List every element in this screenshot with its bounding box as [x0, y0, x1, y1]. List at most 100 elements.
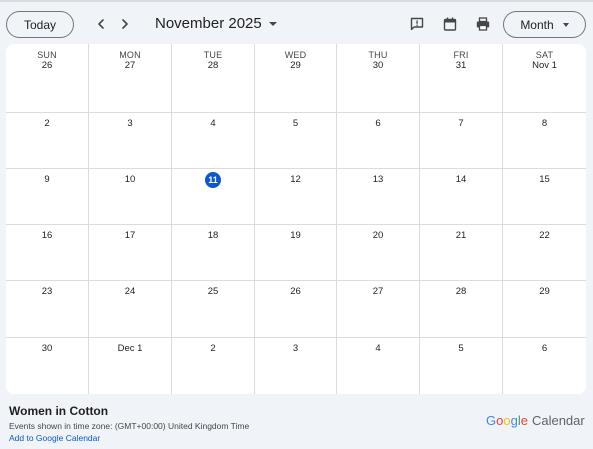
- day-cell[interactable]: 19: [255, 225, 337, 281]
- day-number[interactable]: 2: [172, 343, 254, 354]
- day-cell[interactable]: FRI 31: [420, 44, 503, 113]
- day-number[interactable]: 26: [255, 286, 336, 297]
- day-cell[interactable]: 24: [89, 281, 172, 338]
- feedback-button[interactable]: [408, 15, 426, 33]
- day-cell[interactable]: 16: [6, 225, 89, 281]
- day-cell[interactable]: 28: [420, 281, 503, 338]
- day-number[interactable]: 5: [255, 118, 336, 129]
- calendar-view-button[interactable]: [441, 15, 459, 33]
- day-number[interactable]: 31: [420, 60, 502, 71]
- google-calendar-logo[interactable]: Google Calendar: [486, 413, 585, 428]
- day-number[interactable]: 6: [503, 343, 586, 354]
- day-cell[interactable]: 4: [337, 338, 420, 394]
- day-cell[interactable]: 6: [337, 113, 420, 169]
- day-number[interactable]: 22: [503, 230, 586, 241]
- day-number[interactable]: 7: [420, 118, 502, 129]
- day-number[interactable]: 30: [6, 343, 88, 354]
- today-date[interactable]: 11: [205, 172, 221, 188]
- day-cell[interactable]: 5: [420, 338, 503, 394]
- day-number[interactable]: 25: [172, 286, 254, 297]
- day-number[interactable]: 4: [172, 118, 254, 129]
- day-number[interactable]: 23: [6, 286, 88, 297]
- google-letter: o: [503, 413, 511, 428]
- day-number[interactable]: 27: [337, 286, 419, 297]
- day-number[interactable]: 5: [420, 343, 502, 354]
- day-cell[interactable]: 14: [420, 169, 503, 225]
- day-cell[interactable]: 23: [6, 281, 89, 338]
- day-number[interactable]: 27: [89, 60, 171, 71]
- day-cell[interactable]: 8: [503, 113, 586, 169]
- day-cell[interactable]: 11: [172, 169, 255, 225]
- day-number[interactable]: 9: [6, 174, 88, 185]
- day-number[interactable]: 29: [503, 286, 586, 297]
- day-number[interactable]: 21: [420, 230, 502, 241]
- day-cell[interactable]: MON 27: [89, 44, 172, 113]
- day-cell[interactable]: 20: [337, 225, 420, 281]
- day-number[interactable]: Nov 1: [503, 60, 586, 71]
- day-cell[interactable]: 30: [6, 338, 89, 394]
- day-cell[interactable]: 2: [172, 338, 255, 394]
- day-number[interactable]: 12: [255, 174, 336, 185]
- feedback-icon: [410, 17, 424, 31]
- day-number[interactable]: 6: [337, 118, 419, 129]
- day-cell[interactable]: 12: [255, 169, 337, 225]
- day-number[interactable]: 13: [337, 174, 419, 185]
- day-number[interactable]: 16: [6, 230, 88, 241]
- day-cell[interactable]: 21: [420, 225, 503, 281]
- day-number[interactable]: 24: [89, 286, 171, 297]
- day-number[interactable]: 10: [89, 174, 171, 185]
- day-number[interactable]: 20: [337, 230, 419, 241]
- day-cell[interactable]: 9: [6, 169, 89, 225]
- day-number[interactable]: 2: [6, 118, 88, 129]
- day-cell[interactable]: 22: [503, 225, 586, 281]
- day-cell[interactable]: SAT Nov 1: [503, 44, 586, 113]
- day-cell[interactable]: 15: [503, 169, 586, 225]
- add-to-google-calendar-link[interactable]: Add to Google Calendar: [9, 433, 100, 443]
- day-cell[interactable]: 17: [89, 225, 172, 281]
- day-number[interactable]: 30: [337, 60, 419, 71]
- day-cell[interactable]: WED 29: [255, 44, 337, 113]
- day-number[interactable]: 19: [255, 230, 336, 241]
- day-cell[interactable]: 27: [337, 281, 420, 338]
- view-selector-button[interactable]: Month: [503, 11, 586, 38]
- day-cell[interactable]: SUN 26: [6, 44, 89, 113]
- day-number[interactable]: 3: [255, 343, 336, 354]
- day-number[interactable]: 3: [89, 118, 171, 129]
- day-cell[interactable]: 2: [6, 113, 89, 169]
- today-button[interactable]: Today: [6, 11, 74, 38]
- day-cell[interactable]: 6: [503, 338, 586, 394]
- print-button[interactable]: [474, 15, 492, 33]
- day-number[interactable]: 28: [172, 60, 254, 71]
- day-number[interactable]: 15: [503, 174, 586, 185]
- day-cell[interactable]: 3: [255, 338, 337, 394]
- day-number[interactable]: 29: [255, 60, 336, 71]
- previous-month-button[interactable]: [91, 14, 111, 34]
- day-cell[interactable]: 5: [255, 113, 337, 169]
- day-number[interactable]: 4: [337, 343, 419, 354]
- day-cell[interactable]: 18: [172, 225, 255, 281]
- day-cell[interactable]: Dec 1: [89, 338, 172, 394]
- day-number[interactable]: 17: [89, 230, 171, 241]
- day-number[interactable]: 14: [420, 174, 502, 185]
- day-number[interactable]: Dec 1: [89, 343, 171, 354]
- day-cell[interactable]: 4: [172, 113, 255, 169]
- day-cell[interactable]: THU 30: [337, 44, 420, 113]
- day-cell[interactable]: 7: [420, 113, 503, 169]
- calendar-icon: [443, 17, 457, 31]
- day-cell[interactable]: 29: [503, 281, 586, 338]
- day-number[interactable]: 18: [172, 230, 254, 241]
- month-selector[interactable]: November 2025: [155, 15, 277, 32]
- google-letter: o: [496, 413, 504, 428]
- print-icon: [476, 17, 490, 31]
- day-cell[interactable]: 26: [255, 281, 337, 338]
- day-cell[interactable]: 3: [89, 113, 172, 169]
- day-cell[interactable]: 10: [89, 169, 172, 225]
- day-number[interactable]: 26: [6, 60, 88, 71]
- next-month-button[interactable]: [115, 14, 135, 34]
- day-number[interactable]: 28: [420, 286, 502, 297]
- day-cell[interactable]: 25: [172, 281, 255, 338]
- day-cell[interactable]: TUE 28: [172, 44, 255, 113]
- chevron-down-icon: [562, 22, 569, 27]
- day-number[interactable]: 8: [503, 118, 586, 129]
- day-cell[interactable]: 13: [337, 169, 420, 225]
